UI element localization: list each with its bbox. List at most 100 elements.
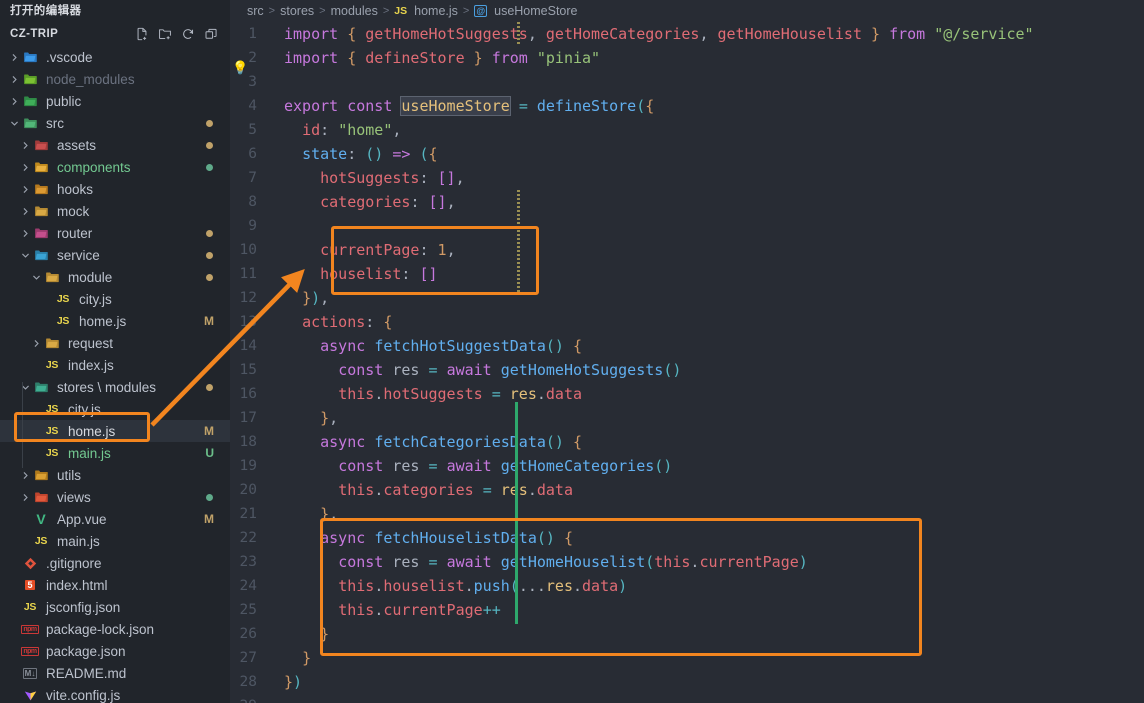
code-line[interactable]: 13 actions: {: [230, 310, 1144, 334]
breadcrumb-item[interactable]: home.js: [414, 4, 458, 18]
tree-folder-router[interactable]: router: [0, 222, 230, 244]
tree-file-home.js[interactable]: JS home.js M: [0, 420, 230, 442]
tree-file-home.js[interactable]: JS home.js M: [0, 310, 230, 332]
tree-folder-node_modules[interactable]: node_modules: [0, 68, 230, 90]
code-line[interactable]: 23 const res = await getHomeHouselist(th…: [230, 550, 1144, 574]
tree-file-vite.config.js[interactable]: vite.config.js: [0, 684, 230, 703]
code-line[interactable]: 8 categories: [],: [230, 190, 1144, 214]
tree-folder-utils[interactable]: utils: [0, 464, 230, 486]
chevron-down-icon[interactable]: [19, 251, 31, 260]
chevron-right-icon[interactable]: [8, 53, 20, 62]
tree-folder-request[interactable]: request: [0, 332, 230, 354]
breadcrumb[interactable]: src > stores > modules > JS home.js > @ useHomeSto…: [230, 0, 1144, 22]
tree-file-package.json[interactable]: npm package.json: [0, 640, 230, 662]
js-file-icon: JS: [56, 293, 70, 305]
code-line[interactable]: 14 async fetchHotSuggestData() {: [230, 334, 1144, 358]
line-number: 13: [239, 314, 257, 330]
tree-file-main.js[interactable]: JS main.js: [0, 530, 230, 552]
tree-file-jsconfig.json[interactable]: JS jsconfig.json: [0, 596, 230, 618]
tree-item-label: city.js: [68, 401, 101, 417]
chevron-right-icon[interactable]: [19, 141, 31, 150]
breadcrumb-item[interactable]: useHomeStore: [494, 4, 577, 18]
tree-item-label: service: [57, 247, 100, 263]
js-file-icon: JS: [45, 425, 59, 437]
chevron-down-icon[interactable]: [19, 383, 31, 392]
tree-file-city.js[interactable]: JS city.js: [0, 288, 230, 310]
tree-folder-module[interactable]: module: [0, 266, 230, 288]
code-text: currentPage: 1,: [320, 241, 456, 259]
code-line[interactable]: 18 async fetchCategoriesData() {: [230, 430, 1144, 454]
refresh-icon[interactable]: [181, 27, 195, 41]
tree-folder-.vscode[interactable]: .vscode: [0, 46, 230, 68]
code-line[interactable]: 2 import { defineStore } from "pinia": [230, 46, 1144, 70]
lightbulb-icon[interactable]: 💡: [232, 61, 248, 76]
code-line[interactable]: 21 },: [230, 502, 1144, 526]
tree-folder-stores---modules[interactable]: stores \ modules: [0, 376, 230, 398]
breadcrumb-item[interactable]: modules: [331, 4, 378, 18]
code-line[interactable]: 28}): [230, 670, 1144, 694]
chevron-right-icon[interactable]: [19, 185, 31, 194]
breadcrumb-item[interactable]: stores: [280, 4, 314, 18]
chevron-right-icon[interactable]: [8, 97, 20, 106]
code-line[interactable]: 29: [230, 694, 1144, 703]
collapse-all-icon[interactable]: [204, 27, 218, 41]
tree-folder-hooks[interactable]: hooks: [0, 178, 230, 200]
tree-folder-views[interactable]: views: [0, 486, 230, 508]
git-status-dot: [206, 493, 213, 501]
code-line[interactable]: 1 import { getHomeHotSuggests, getHomeCat…: [230, 22, 1144, 46]
code-line[interactable]: 22 async fetchHouselistData() {: [230, 526, 1144, 550]
code-text: categories: [],: [320, 193, 456, 211]
chevron-right-icon[interactable]: [8, 75, 20, 84]
tree-folder-src[interactable]: src: [0, 112, 230, 134]
code-line[interactable]: 10 currentPage: 1,: [230, 238, 1144, 262]
tree-folder-components[interactable]: components: [0, 156, 230, 178]
chevron-down-icon[interactable]: [30, 273, 42, 282]
chevron-right-icon[interactable]: [19, 493, 31, 502]
tree-folder-mock[interactable]: mock: [0, 200, 230, 222]
new-folder-icon[interactable]: [158, 27, 172, 41]
code-line[interactable]: 11 houselist: []: [230, 262, 1144, 286]
code-line[interactable]: 25 this.currentPage++: [230, 598, 1144, 622]
tree-file-app.vue[interactable]: V App.vue M: [0, 508, 230, 530]
tree-file-readme.md[interactable]: M↓ README.md: [0, 662, 230, 684]
tree-file-index.js[interactable]: JS index.js: [0, 354, 230, 376]
code-line[interactable]: 6 state: () => ({: [230, 142, 1144, 166]
tree-folder-assets[interactable]: assets: [0, 134, 230, 156]
code-line[interactable]: 5 id: "home",: [230, 118, 1144, 142]
new-file-icon[interactable]: [135, 27, 149, 41]
tree-item-label: components: [57, 159, 131, 175]
code-line[interactable]: 20 this.categories = res.data: [230, 478, 1144, 502]
chevron-down-icon[interactable]: [8, 119, 20, 128]
tree-file-package-lock.json[interactable]: npm package-lock.json: [0, 618, 230, 640]
tree-file-index.html[interactable]: 5 index.html: [0, 574, 230, 596]
tree-folder-service[interactable]: service: [0, 244, 230, 266]
chevron-right-icon[interactable]: [19, 163, 31, 172]
code-line[interactable]: 26 }: [230, 622, 1144, 646]
code-line[interactable]: 19 const res = await getHomeCategories(): [230, 454, 1144, 478]
project-header[interactable]: CZ-TRIP: [0, 22, 230, 46]
chevron-right-icon[interactable]: [19, 229, 31, 238]
tree-file-main.js[interactable]: JS main.js U: [0, 442, 230, 464]
breadcrumb-separator: >: [319, 5, 326, 17]
chevron-right-icon[interactable]: [19, 207, 31, 216]
code-line[interactable]: 16 this.hotSuggests = res.data: [230, 382, 1144, 406]
code-line[interactable]: 7 hotSuggests: [],: [230, 166, 1144, 190]
open-editors-header[interactable]: 打开的编辑器: [0, 0, 230, 22]
tree-file-.gitignore[interactable]: .gitignore: [0, 552, 230, 574]
code-line[interactable]: 24 this.houselist.push(...res.data): [230, 574, 1144, 598]
code-line[interactable]: 3 💡: [230, 61, 1144, 94]
code-line[interactable]: 12 }),: [230, 286, 1144, 310]
code-line[interactable]: 15 const res = await getHomeHotSuggests(…: [230, 358, 1144, 382]
breadcrumb-item[interactable]: src: [247, 4, 264, 18]
code-line[interactable]: 4 export const useHomeStore = defineStore…: [230, 94, 1144, 118]
code-line[interactable]: 27 }: [230, 646, 1144, 670]
code-line[interactable]: 9: [230, 214, 1144, 238]
tree-file-city.js[interactable]: JS city.js: [0, 398, 230, 420]
code-line[interactable]: 17 },: [230, 406, 1144, 430]
npm-file-icon: npm: [21, 624, 39, 634]
chevron-right-icon[interactable]: [30, 339, 42, 348]
chevron-right-icon[interactable]: [19, 471, 31, 480]
highlighted-symbol[interactable]: useHomeStore: [400, 96, 511, 116]
code-content[interactable]: 1 import { getHomeHotSuggests, getHomeCat…: [230, 22, 1144, 703]
tree-folder-public[interactable]: public: [0, 90, 230, 112]
